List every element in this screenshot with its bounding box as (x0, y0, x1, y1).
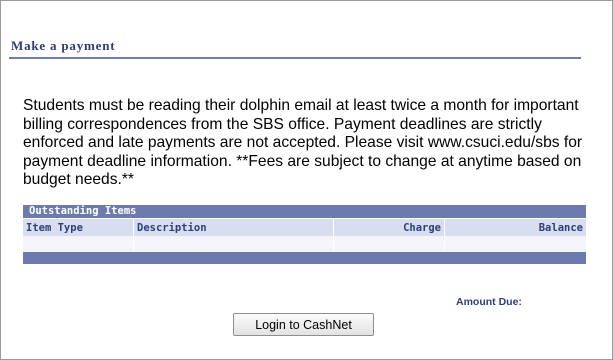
amount-due-label: Amount Due: (456, 296, 522, 308)
table-caption-row: Outstanding Items (23, 205, 586, 219)
column-header-description: Description (133, 218, 334, 236)
title-divider (9, 57, 581, 59)
billing-notice: Students must be reading their dolphin e… (23, 97, 583, 188)
table-header-row: Item Type Description Charge Balance (23, 218, 586, 236)
page-frame: Make a payment Students must be reading … (0, 0, 613, 360)
login-to-cashnet-button[interactable]: Login to CashNet (233, 313, 374, 336)
table-cell (444, 236, 586, 252)
column-header-charge: Charge (333, 218, 445, 236)
table-footer-cell (23, 252, 586, 264)
column-header-balance: Balance (444, 218, 586, 236)
page-title: Make a payment (11, 38, 116, 53)
table-cell (23, 236, 134, 252)
column-header-item-type: Item Type (23, 218, 134, 236)
table-row (23, 236, 586, 252)
table-cell (333, 236, 445, 252)
table-footer-bar (23, 252, 586, 264)
table-caption: Outstanding Items (23, 205, 586, 219)
outstanding-items-table: Outstanding Items Item Type Description … (23, 205, 586, 264)
table-cell (133, 236, 334, 252)
